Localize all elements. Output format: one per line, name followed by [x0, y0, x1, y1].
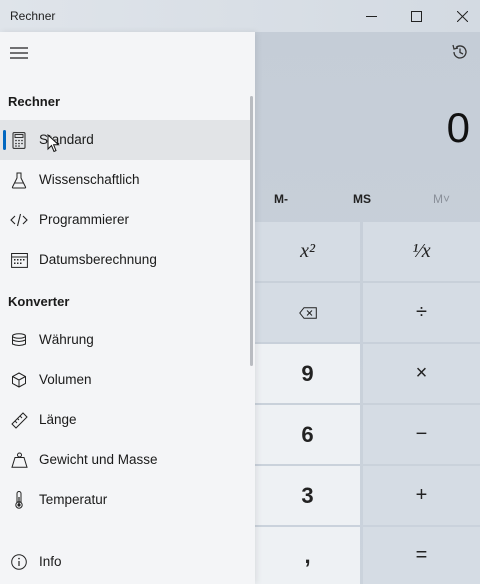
nav-item-label: Programmierer: [39, 212, 130, 227]
reciprocal-label: ¹⁄x: [412, 240, 431, 262]
memory-view-button[interactable]: M˅: [433, 192, 450, 206]
equals-label: =: [415, 544, 428, 566]
section-calculators: Rechner: [8, 94, 61, 109]
memory-store-button[interactable]: MS: [353, 192, 371, 206]
close-button[interactable]: [439, 0, 480, 32]
ruler-icon: [10, 411, 28, 429]
mouse-pointer-icon: [47, 133, 60, 158]
close-icon: [456, 10, 468, 22]
menu-button[interactable]: [10, 46, 28, 60]
decimal-button[interactable]: ,: [255, 527, 360, 584]
nav-item-currency[interactable]: Währung: [0, 320, 252, 360]
square-label: x²: [300, 240, 315, 262]
nav-item-weight-mass[interactable]: Gewicht und Masse: [0, 440, 252, 480]
plus-button[interactable]: +: [363, 466, 480, 525]
digit-9-label: 9: [301, 360, 314, 386]
decimal-label: ,: [304, 542, 311, 568]
selection-indicator: [3, 130, 6, 150]
nav-item-programmer[interactable]: Programmierer: [0, 200, 252, 240]
thermometer-icon: [10, 491, 28, 509]
minus-button[interactable]: −: [363, 405, 480, 464]
cube-icon: [10, 371, 28, 389]
history-button[interactable]: [450, 42, 472, 64]
nav-item-scientific[interactable]: Wissenschaftlich: [0, 160, 252, 200]
window-title: Rechner: [10, 9, 56, 23]
history-icon: [452, 44, 467, 59]
code-icon: [10, 211, 28, 229]
calculator-icon: [10, 131, 28, 149]
nav-item-label: Währung: [39, 332, 94, 347]
digit-6-button[interactable]: 6: [255, 405, 360, 464]
minus-label: −: [415, 423, 428, 445]
divide-button[interactable]: ÷: [363, 283, 480, 342]
nav-item-length[interactable]: Länge: [0, 400, 252, 440]
nav-item-date-calculation[interactable]: Datumsberechnung: [0, 240, 252, 280]
maximize-icon: [410, 10, 422, 22]
calendar-icon: [10, 251, 28, 269]
weight-icon: [10, 451, 28, 469]
nav-item-standard[interactable]: Standard: [0, 120, 252, 160]
nav-item-label: Datumsberechnung: [39, 252, 157, 267]
equals-button[interactable]: =: [363, 527, 480, 584]
multiply-button[interactable]: ×: [363, 344, 480, 403]
coins-icon: [10, 331, 28, 349]
backspace-icon: [298, 306, 317, 319]
nav-item-label: Länge: [39, 412, 77, 427]
multiply-label: ×: [415, 362, 428, 384]
divide-label: ÷: [416, 301, 427, 323]
plus-label: +: [415, 484, 428, 506]
square-button[interactable]: x²: [255, 222, 360, 281]
nav-item-label: Temperatur: [39, 492, 108, 507]
nav-item-label: Wissenschaftlich: [39, 172, 140, 187]
title-bar: Rechner: [0, 0, 480, 32]
nav-item-label: Info: [39, 554, 62, 569]
digit-6-label: 6: [301, 421, 314, 447]
nav-scrollbar[interactable]: [250, 96, 253, 366]
minimize-icon: [365, 15, 377, 17]
nav-item-label: Volumen: [39, 372, 92, 387]
digit-9-button[interactable]: 9: [255, 344, 360, 403]
minimize-button[interactable]: [348, 0, 394, 32]
nav-item-volume[interactable]: Volumen: [0, 360, 252, 400]
memory-subtract-button[interactable]: M-: [274, 192, 288, 206]
navigation-pane: Rechner Standard Wissenschaftlich Progra…: [0, 32, 255, 584]
memory-row: M- MS M˅: [255, 192, 480, 216]
result-display: 0: [446, 104, 470, 151]
maximize-button[interactable]: [393, 0, 439, 32]
section-converters: Konverter: [8, 294, 70, 309]
backspace-button[interactable]: [255, 283, 360, 342]
digit-3-label: 3: [301, 482, 314, 508]
hamburger-icon: [10, 47, 28, 59]
reciprocal-button[interactable]: ¹⁄x: [363, 222, 480, 281]
digit-3-button[interactable]: 3: [255, 466, 360, 525]
nav-item-info[interactable]: Info: [0, 542, 252, 582]
info-icon: [10, 553, 28, 571]
nav-item-temperature[interactable]: Temperatur: [0, 480, 252, 520]
flask-icon: [10, 171, 28, 189]
nav-item-label: Gewicht und Masse: [39, 452, 158, 467]
